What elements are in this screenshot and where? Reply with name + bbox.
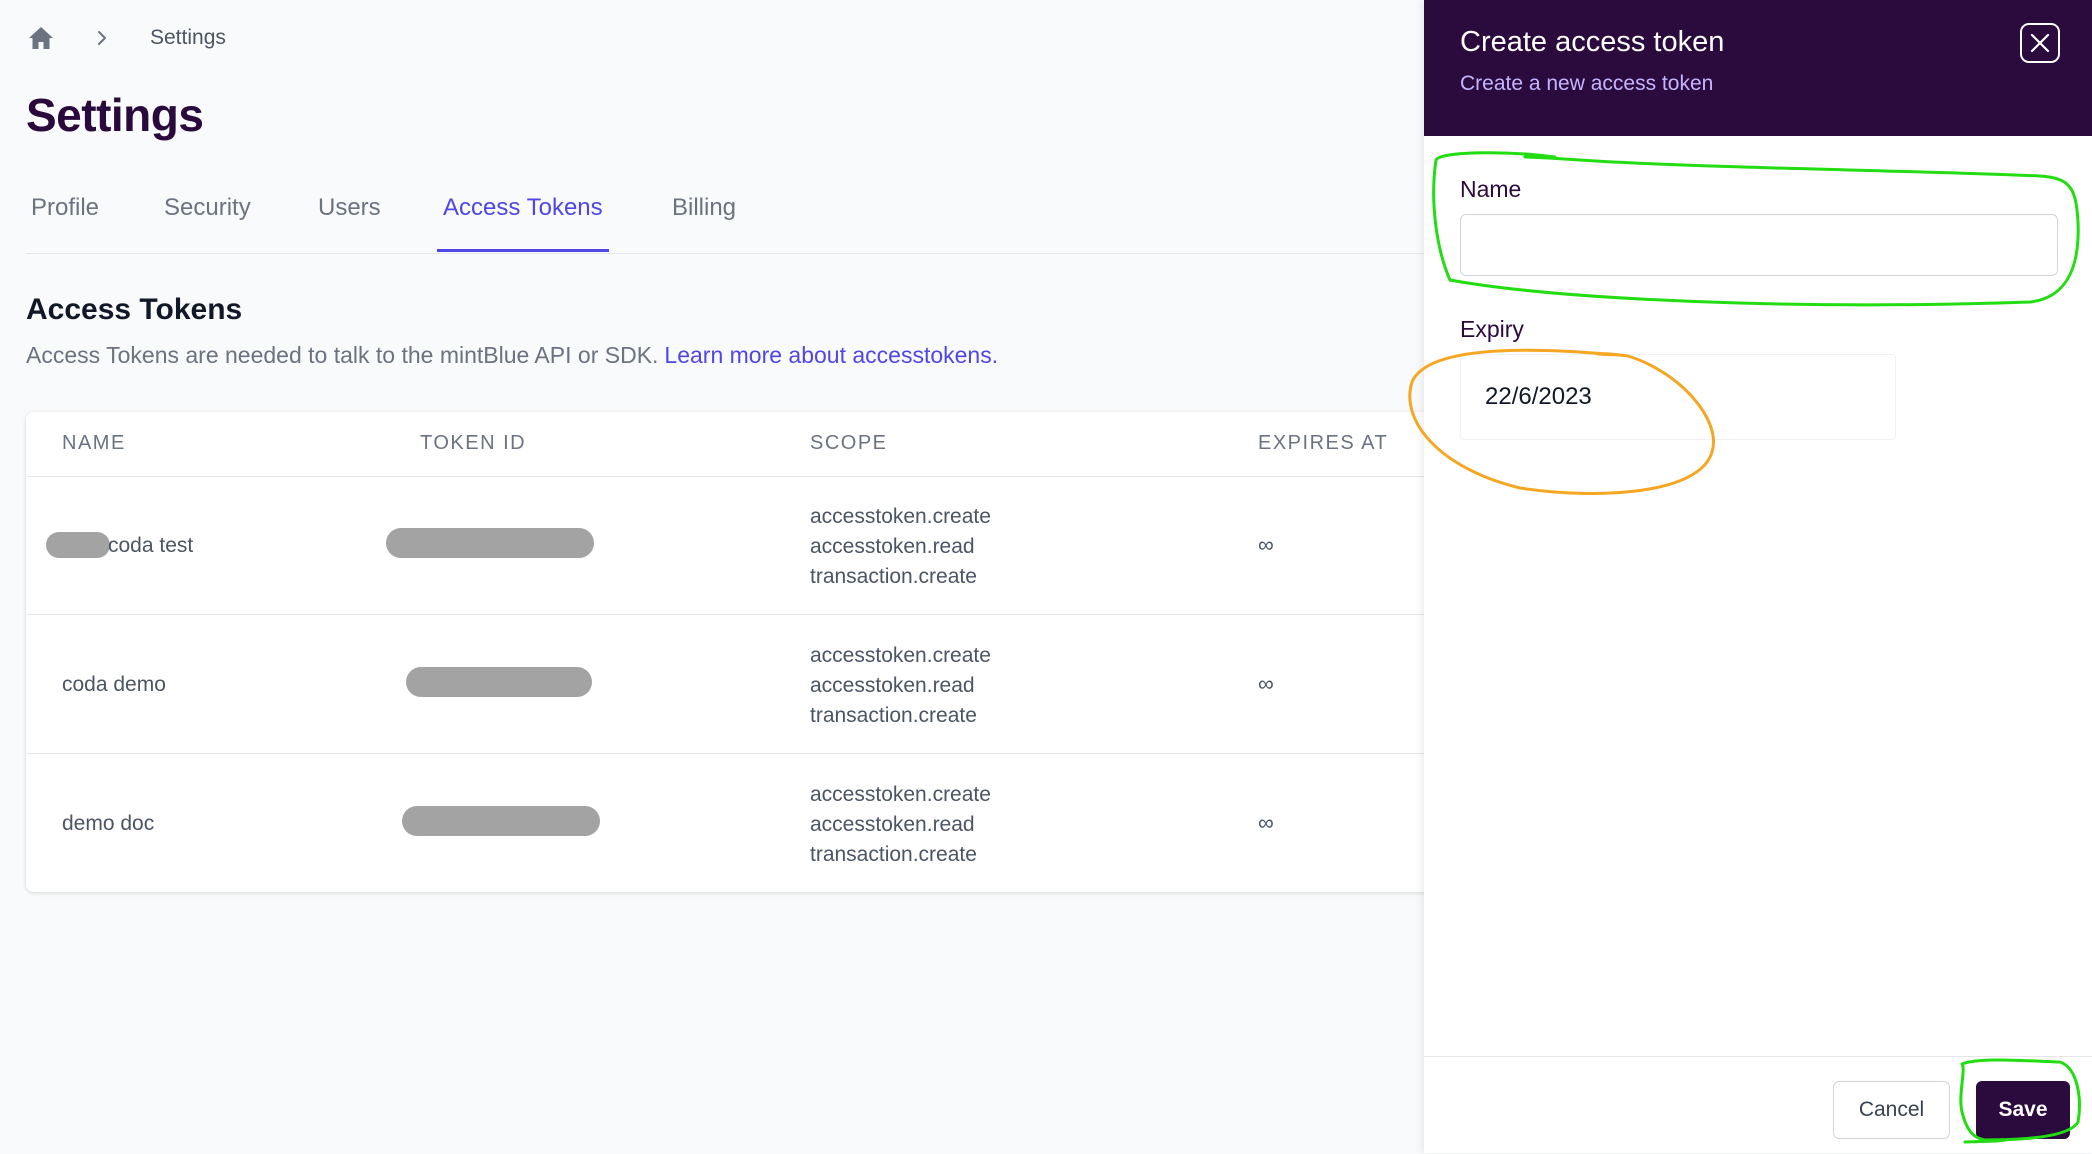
close-icon: [2030, 33, 2050, 53]
redaction-mark: [46, 532, 110, 558]
name-input[interactable]: [1460, 214, 2058, 276]
breadcrumb: Settings: [26, 22, 226, 54]
chevron-right-icon: [96, 30, 112, 46]
tab-users[interactable]: Users: [318, 194, 381, 252]
close-button[interactable]: [2020, 23, 2060, 63]
token-expires: ∞: [1258, 671, 1274, 696]
table-row[interactable]: demo doc accesstoken.create accesstoken.…: [26, 754, 1466, 892]
breadcrumb-current: Settings: [150, 26, 226, 49]
tab-billing[interactable]: Billing: [672, 194, 736, 252]
panel-subtitle: Create a new access token: [1460, 72, 1714, 95]
scope-item: accesstoken.create: [810, 644, 991, 667]
scope-item: accesstoken.create: [810, 505, 991, 528]
table-row[interactable]: coda demo accesstoken.create accesstoken…: [26, 615, 1466, 754]
name-label: Name: [1460, 176, 1522, 202]
settings-tabs: Profile Security Users Access Tokens Bil…: [26, 178, 1426, 254]
page-title: Settings: [26, 89, 204, 141]
section-title: Access Tokens: [26, 293, 243, 326]
scope-item: transaction.create: [810, 843, 977, 866]
table-row[interactable]: coda test accesstoken.create accesstoken…: [26, 476, 1466, 615]
tab-access-tokens[interactable]: Access Tokens: [437, 194, 609, 252]
expiry-label: Expiry: [1460, 316, 1524, 342]
column-header-token-id: TOKEN ID: [420, 432, 527, 454]
scope-item: transaction.create: [810, 704, 977, 727]
scope-item: transaction.create: [810, 565, 977, 588]
scope-item: accesstoken.read: [810, 535, 975, 558]
cancel-button[interactable]: Cancel: [1833, 1081, 1950, 1139]
token-name: demo doc: [62, 812, 155, 835]
tab-security[interactable]: Security: [164, 194, 251, 252]
expiry-value: 22/6/2023: [1485, 383, 1592, 410]
save-button[interactable]: Save: [1976, 1081, 2070, 1139]
token-scope: accesstoken.create accesstoken.read tran…: [810, 502, 991, 592]
column-header-scope: SCOPE: [810, 432, 888, 454]
column-header-name: NAME: [62, 432, 126, 454]
panel-footer: Cancel Save: [1424, 1056, 2092, 1154]
learn-more-link[interactable]: Learn more about accesstokens.: [664, 342, 998, 368]
column-header-expires-at: EXPIRES AT: [1258, 432, 1389, 454]
tab-profile[interactable]: Profile: [31, 194, 99, 252]
scope-item: accesstoken.read: [810, 674, 975, 697]
section-description: Access Tokens are needed to talk to the …: [26, 342, 998, 369]
token-scope: accesstoken.create accesstoken.read tran…: [810, 641, 991, 731]
section-description-text: Access Tokens are needed to talk to the …: [26, 342, 659, 368]
token-name: coda test: [108, 534, 194, 557]
token-scope: accesstoken.create accesstoken.read tran…: [810, 780, 991, 870]
expiry-date-input[interactable]: 22/6/2023: [1460, 354, 1896, 440]
token-id-redacted: [402, 806, 600, 836]
scope-item: accesstoken.read: [810, 813, 975, 836]
token-id-redacted: [406, 667, 592, 697]
token-expires: ∞: [1258, 810, 1274, 835]
token-expires: ∞: [1258, 532, 1274, 557]
create-token-panel: Create access token Create a new access …: [1424, 0, 2092, 1153]
table-header: NAME TOKEN ID SCOPE EXPIRES AT: [26, 412, 1466, 477]
panel-title: Create access token: [1460, 26, 1725, 58]
home-icon[interactable]: [26, 23, 56, 53]
token-name: coda demo: [62, 673, 166, 696]
scope-item: accesstoken.create: [810, 783, 991, 806]
panel-header: Create access token Create a new access …: [1424, 0, 2092, 136]
access-tokens-table: NAME TOKEN ID SCOPE EXPIRES AT coda test…: [26, 412, 1466, 892]
token-id-redacted: [386, 528, 594, 558]
